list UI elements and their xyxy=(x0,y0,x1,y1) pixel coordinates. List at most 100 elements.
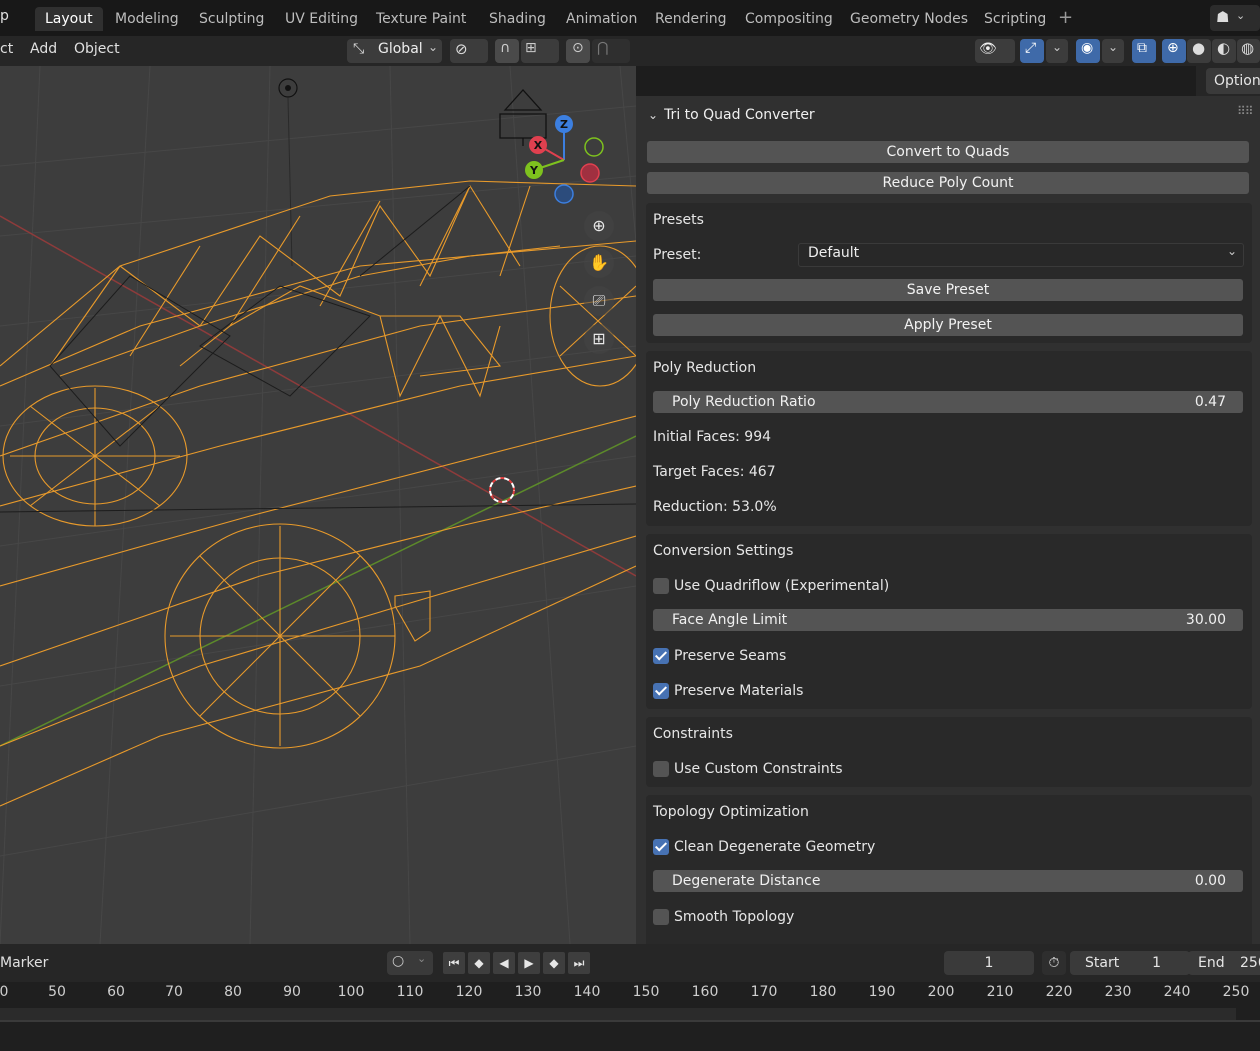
gizmo-toggle[interactable]: ⤢ xyxy=(1020,39,1044,63)
checkbox-checked-icon[interactable] xyxy=(653,648,669,664)
degenerate-distance-slider[interactable]: Degenerate Distance 0.00 xyxy=(653,870,1243,892)
frame-tick: 200 xyxy=(927,984,955,1000)
tab-compositing[interactable]: Compositing xyxy=(735,7,843,31)
apply-preset-button[interactable]: Apply Preset xyxy=(653,314,1243,336)
overlays-toggle[interactable]: ◉ xyxy=(1076,39,1100,63)
shading-solid-button[interactable]: ● xyxy=(1187,39,1211,63)
tab-texture-paint[interactable]: Texture Paint xyxy=(366,7,476,31)
tab-geometry-nodes[interactable]: Geometry Nodes xyxy=(840,7,978,31)
wireframe-sphere-icon: ⊕ xyxy=(1167,40,1179,56)
checkbox-box[interactable] xyxy=(653,578,669,594)
checkbox-label[interactable]: Clean Degenerate Geometry xyxy=(674,839,875,855)
tab-layout[interactable]: Layout xyxy=(35,7,103,31)
save-preset-button[interactable]: Save Preset xyxy=(653,279,1243,301)
jump-end-icon[interactable]: ⏭ xyxy=(568,952,590,974)
snap-target-select[interactable]: ⊞ xyxy=(521,39,559,63)
frame-tick: 0 xyxy=(0,984,9,1000)
menu-partial[interactable]: ct xyxy=(0,41,13,57)
start-frame-field[interactable]: Start 1 xyxy=(1070,951,1190,975)
frame-tick: 140 xyxy=(573,984,601,1000)
end-frame-field[interactable]: End 250 xyxy=(1188,951,1260,975)
tab-animation[interactable]: Animation xyxy=(556,7,647,31)
tab-scripting[interactable]: Scripting xyxy=(974,7,1056,31)
tab-modeling[interactable]: Modeling xyxy=(105,7,189,31)
stopwatch-icon[interactable]: ⏱ xyxy=(1042,951,1066,975)
transform-orientation-select[interactable]: ⤡ Global ⌄ xyxy=(347,39,442,63)
face-angle-limit-slider[interactable]: Face Angle Limit 30.00 xyxy=(653,609,1243,631)
checkbox-label[interactable]: Preserve Materials xyxy=(674,683,803,699)
gizmo-menu[interactable]: ⌄ xyxy=(1046,39,1068,63)
timeline-divider xyxy=(0,1020,1260,1022)
poly-reduction-ratio-slider[interactable]: Poly Reduction Ratio 0.47 xyxy=(653,391,1243,413)
checkbox-box[interactable] xyxy=(653,909,669,925)
checkbox-checked-icon[interactable] xyxy=(653,839,669,855)
overlays-menu[interactable]: ⌄ xyxy=(1102,39,1124,63)
proportional-edit-toggle[interactable]: ⊙ xyxy=(566,39,590,63)
hand-pan-icon[interactable]: ✋ xyxy=(584,248,614,278)
add-workspace-icon[interactable]: + xyxy=(1058,7,1073,28)
chevron-down-icon: ⌄ xyxy=(428,40,439,54)
panel-header[interactable]: ⌄ Tri to Quad Converter xyxy=(648,104,815,126)
3d-viewport[interactable]: Z X Y ⊕ ✋ ⎚ ⊞ xyxy=(0,66,636,944)
addon-panel: ⌄ Tri to Quad Converter ⠿⠿ Convert to Qua… xyxy=(636,96,1260,944)
tab-sculpting[interactable]: Sculpting xyxy=(189,7,274,31)
current-frame-field[interactable]: 1 xyxy=(944,951,1034,975)
keying-toggle[interactable]: ○ ⌄ xyxy=(387,951,433,975)
material-sphere-icon: ◐ xyxy=(1217,39,1231,57)
chevron-down-icon: ⌄ xyxy=(1052,40,1063,54)
checkbox-label[interactable]: Smooth Topology xyxy=(674,909,794,925)
xray-toggle[interactable]: ⧉ xyxy=(1132,39,1156,63)
tab-uv-editing[interactable]: UV Editing xyxy=(275,7,368,31)
reduce-poly-count-button[interactable]: Reduce Poly Count xyxy=(647,172,1249,194)
conversion-settings-box: Conversion Settings Use Quadriflow (Expe… xyxy=(646,534,1252,709)
convert-to-quads-button[interactable]: Convert to Quads xyxy=(647,141,1249,163)
timeline-track[interactable] xyxy=(0,1008,1236,1020)
frame-tick: 80 xyxy=(224,984,242,1000)
shading-material-button[interactable]: ◐ xyxy=(1212,39,1236,63)
timeline-ruler[interactable]: 0 50 60 70 80 90 100 110 120 130 140 150… xyxy=(0,982,1260,1051)
menu-object[interactable]: Object xyxy=(74,41,120,57)
constraints-title: Constraints xyxy=(653,726,733,742)
checkbox-checked-icon[interactable] xyxy=(653,683,669,699)
zoom-icon[interactable]: ⊕ xyxy=(584,211,614,241)
gizmo-z-label: Z xyxy=(560,118,568,131)
preset-select[interactable]: Default ⌄ xyxy=(798,243,1244,267)
checkbox-box[interactable] xyxy=(653,761,669,777)
play-icon[interactable]: ▶ xyxy=(518,952,540,974)
shading-rendered-button[interactable]: ◍ xyxy=(1237,39,1260,63)
visibility-select[interactable]: 👁 xyxy=(975,39,1015,63)
drag-handle-icon[interactable]: ⠿⠿ xyxy=(1237,104,1254,118)
initial-faces-text: Initial Faces: 994 xyxy=(653,429,772,445)
tab-shading[interactable]: Shading xyxy=(479,7,556,31)
next-keyframe-icon[interactable]: ◆ xyxy=(543,952,565,974)
start-value: 1 xyxy=(1152,955,1161,971)
menu-add[interactable]: Add xyxy=(30,41,57,57)
jump-start-icon[interactable]: ⏮ xyxy=(443,952,465,974)
play-reverse-icon[interactable]: ◀ xyxy=(493,952,515,974)
frame-tick: 180 xyxy=(809,984,837,1000)
topology-optimization-box: Topology Optimization Clean Degenerate G… xyxy=(646,795,1252,944)
frame-tick: 230 xyxy=(1104,984,1132,1000)
camera-view-icon[interactable]: ⎚ xyxy=(584,286,614,316)
slider-value: 30.00 xyxy=(1185,612,1226,628)
perspective-grid-icon[interactable]: ⊞ xyxy=(584,324,614,354)
scene-selector[interactable]: ☗ ⌄ xyxy=(1210,5,1260,31)
app-menu-partial[interactable]: p xyxy=(0,8,9,24)
shading-wireframe-button[interactable]: ⊕ xyxy=(1162,39,1186,63)
orientation-value: Global xyxy=(378,41,423,57)
falloff-select[interactable]: ⋂ xyxy=(592,39,630,63)
frame-tick: 100 xyxy=(337,984,365,1000)
snap-toggle[interactable]: ∩ xyxy=(495,39,519,63)
viewport-scene[interactable]: Z X Y xyxy=(0,66,636,944)
checkbox-label[interactable]: Preserve Seams xyxy=(674,648,786,664)
car-wireframe[interactable] xyxy=(0,180,636,807)
checkbox-label[interactable]: Use Custom Constraints xyxy=(674,761,843,777)
tab-options[interactable]: Options xyxy=(1206,68,1260,94)
panel-title: Tri to Quad Converter xyxy=(664,107,815,123)
tab-rendering[interactable]: Rendering xyxy=(645,7,737,31)
checkbox-label[interactable]: Use Quadriflow (Experimental) xyxy=(674,578,889,594)
pivot-point-button[interactable]: ⊘ xyxy=(450,39,488,63)
prev-keyframe-icon[interactable]: ◆ xyxy=(468,952,490,974)
marker-menu[interactable]: Marker xyxy=(0,955,48,971)
preset-label: Preset: xyxy=(653,247,702,263)
